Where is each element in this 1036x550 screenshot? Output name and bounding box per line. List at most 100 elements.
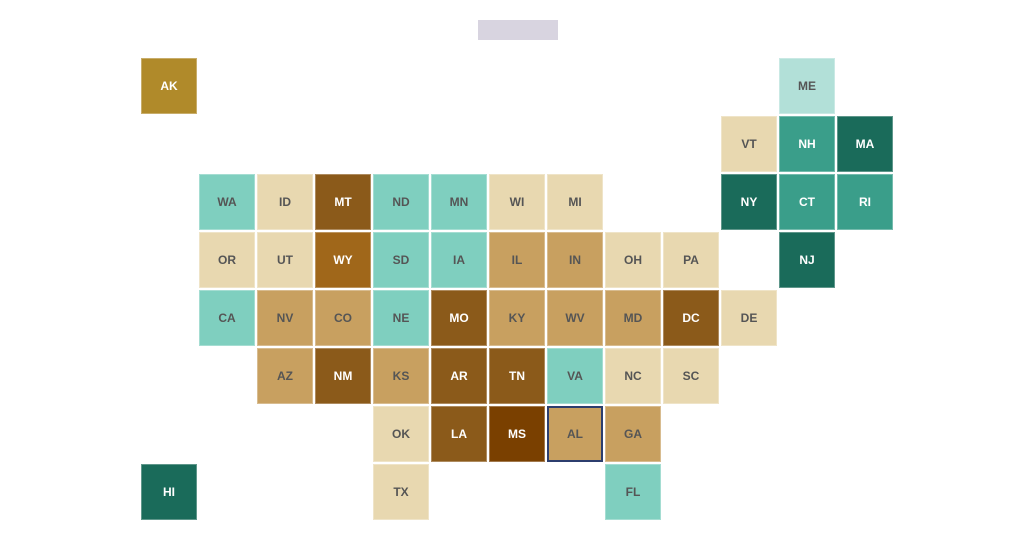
- state-label-nv: NV: [277, 311, 294, 325]
- chart-title: [478, 20, 558, 40]
- state-ak[interactable]: AK: [141, 58, 197, 114]
- state-ri[interactable]: RI: [837, 174, 893, 230]
- state-sc[interactable]: SC: [663, 348, 719, 404]
- state-nh[interactable]: NH: [779, 116, 835, 172]
- state-az[interactable]: AZ: [257, 348, 313, 404]
- state-label-mo: MO: [449, 311, 468, 325]
- state-ga[interactable]: GA: [605, 406, 661, 462]
- state-label-sd: SD: [393, 253, 410, 267]
- state-id[interactable]: ID: [257, 174, 313, 230]
- state-label-nj: NJ: [799, 253, 814, 267]
- state-nj[interactable]: NJ: [779, 232, 835, 288]
- state-mi[interactable]: MI: [547, 174, 603, 230]
- state-pa[interactable]: PA: [663, 232, 719, 288]
- state-label-ia: IA: [453, 253, 465, 267]
- state-de[interactable]: DE: [721, 290, 777, 346]
- state-label-wa: WA: [217, 195, 236, 209]
- state-label-tx: TX: [393, 485, 408, 499]
- map-grid: AK ME VT NH MA WA ID MT ND MN WI MI NY CT RI OR UT WY SD IA…: [141, 58, 895, 522]
- state-label-ct: CT: [799, 195, 815, 209]
- state-ny[interactable]: NY: [721, 174, 777, 230]
- state-label-ca: CA: [218, 311, 235, 325]
- state-co[interactable]: CO: [315, 290, 371, 346]
- state-ut[interactable]: UT: [257, 232, 313, 288]
- state-label-mn: MN: [450, 195, 469, 209]
- state-label-ma: MA: [856, 137, 875, 151]
- state-label-me: ME: [798, 79, 816, 93]
- state-sd[interactable]: SD: [373, 232, 429, 288]
- state-wa[interactable]: WA: [199, 174, 255, 230]
- state-nc[interactable]: NC: [605, 348, 661, 404]
- state-or[interactable]: OR: [199, 232, 255, 288]
- state-wv[interactable]: WV: [547, 290, 603, 346]
- state-label-co: CO: [334, 311, 352, 325]
- state-ms[interactable]: MS: [489, 406, 545, 462]
- state-mo[interactable]: MO: [431, 290, 487, 346]
- state-wi[interactable]: WI: [489, 174, 545, 230]
- state-label-md: MD: [624, 311, 643, 325]
- state-ky[interactable]: KY: [489, 290, 545, 346]
- state-md[interactable]: MD: [605, 290, 661, 346]
- state-hi[interactable]: HI: [141, 464, 197, 520]
- state-il[interactable]: IL: [489, 232, 545, 288]
- state-label-pa: PA: [683, 253, 699, 267]
- state-mt[interactable]: MT: [315, 174, 371, 230]
- state-oh[interactable]: OH: [605, 232, 661, 288]
- state-label-sc: SC: [683, 369, 700, 383]
- state-label-in: IN: [569, 253, 581, 267]
- state-label-nh: NH: [798, 137, 815, 151]
- state-nd[interactable]: ND: [373, 174, 429, 230]
- state-label-hi: HI: [163, 485, 175, 499]
- state-ne[interactable]: NE: [373, 290, 429, 346]
- state-label-nd: ND: [392, 195, 409, 209]
- state-label-ms: MS: [508, 427, 526, 441]
- chart-container: AK ME VT NH MA WA ID MT ND MN WI MI NY CT RI OR UT WY SD IA…: [0, 0, 1036, 550]
- state-label-wv: WV: [565, 311, 584, 325]
- state-fl[interactable]: FL: [605, 464, 661, 520]
- state-ia[interactable]: IA: [431, 232, 487, 288]
- state-tn[interactable]: TN: [489, 348, 545, 404]
- state-nv[interactable]: NV: [257, 290, 313, 346]
- state-al[interactable]: AL: [547, 406, 603, 462]
- state-label-or: OR: [218, 253, 236, 267]
- state-ca[interactable]: CA: [199, 290, 255, 346]
- state-label-wy: WY: [333, 253, 352, 267]
- state-ks[interactable]: KS: [373, 348, 429, 404]
- state-label-ok: OK: [392, 427, 410, 441]
- state-dc[interactable]: DC: [663, 290, 719, 346]
- state-label-tn: TN: [509, 369, 525, 383]
- state-label-wi: WI: [510, 195, 525, 209]
- state-label-az: AZ: [277, 369, 293, 383]
- state-label-ut: UT: [277, 253, 293, 267]
- state-label-vt: VT: [741, 137, 756, 151]
- state-label-ny: NY: [741, 195, 758, 209]
- state-label-ri: RI: [859, 195, 871, 209]
- state-label-nc: NC: [624, 369, 641, 383]
- state-la[interactable]: LA: [431, 406, 487, 462]
- state-wy[interactable]: WY: [315, 232, 371, 288]
- state-mn[interactable]: MN: [431, 174, 487, 230]
- state-label-va: VA: [567, 369, 583, 383]
- state-ok[interactable]: OK: [373, 406, 429, 462]
- state-label-oh: OH: [624, 253, 642, 267]
- state-label-dc: DC: [682, 311, 699, 325]
- state-label-ak: AK: [160, 79, 177, 93]
- state-label-ar: AR: [450, 369, 467, 383]
- state-label-nm: NM: [334, 369, 353, 383]
- state-label-la: LA: [451, 427, 467, 441]
- state-in[interactable]: IN: [547, 232, 603, 288]
- state-va[interactable]: VA: [547, 348, 603, 404]
- state-label-al: AL: [567, 427, 583, 441]
- state-label-de: DE: [741, 311, 758, 325]
- state-ma[interactable]: MA: [837, 116, 893, 172]
- state-vt[interactable]: VT: [721, 116, 777, 172]
- state-label-ne: NE: [393, 311, 410, 325]
- state-label-id: ID: [279, 195, 291, 209]
- state-tx[interactable]: TX: [373, 464, 429, 520]
- state-me[interactable]: ME: [779, 58, 835, 114]
- state-label-il: IL: [512, 253, 523, 267]
- state-nm[interactable]: NM: [315, 348, 371, 404]
- state-label-ga: GA: [624, 427, 642, 441]
- state-ar[interactable]: AR: [431, 348, 487, 404]
- state-ct[interactable]: CT: [779, 174, 835, 230]
